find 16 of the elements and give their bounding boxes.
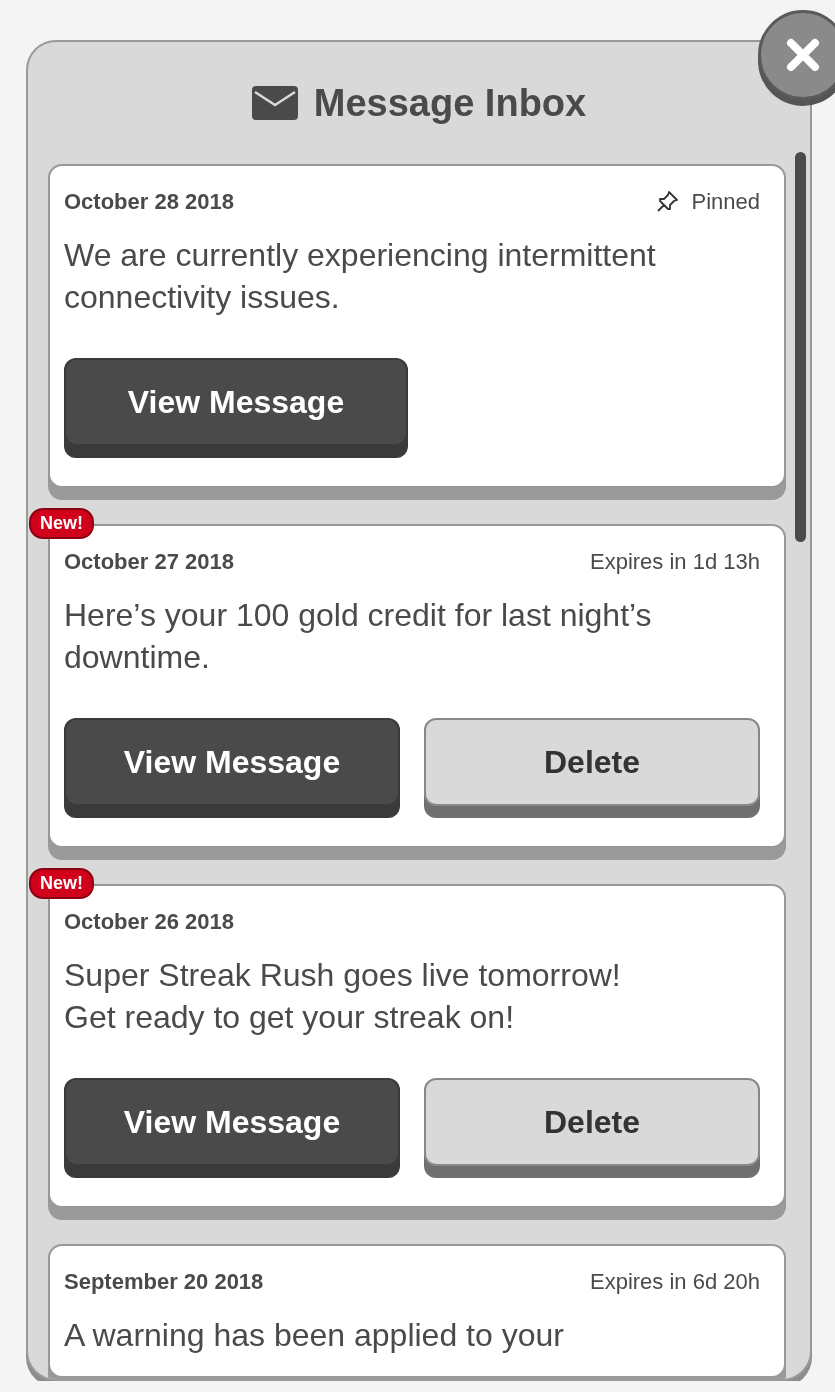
message-text: A warning has been applied to your (64, 1316, 565, 1355)
message-date: September 20 2018 (64, 1269, 264, 1295)
window-title: Message Inbox (313, 81, 587, 125)
message-text: We are currently experiencing intermittent connectivity issues. (64, 236, 657, 317)
message-date: October 26 2018 (64, 909, 234, 935)
message-status: Pinned (691, 189, 760, 215)
new-badge: New! (29, 868, 94, 899)
message-status: Expires in 1d 13h (590, 549, 760, 575)
message-text: Super Streak Rush goes live tomorrow! Get ready to get your streak on! (64, 956, 622, 1037)
envelope-icon (251, 86, 298, 120)
message-status: Expires in 6d 20h (590, 1269, 760, 1295)
message-text: Here’s your 100 gold credit for last night’s downtime. (64, 596, 653, 677)
message-date: October 27 2018 (64, 549, 234, 575)
message-date: October 28 2018 (64, 189, 234, 215)
new-badge: New! (29, 508, 94, 539)
scrollbar[interactable] (795, 152, 806, 542)
